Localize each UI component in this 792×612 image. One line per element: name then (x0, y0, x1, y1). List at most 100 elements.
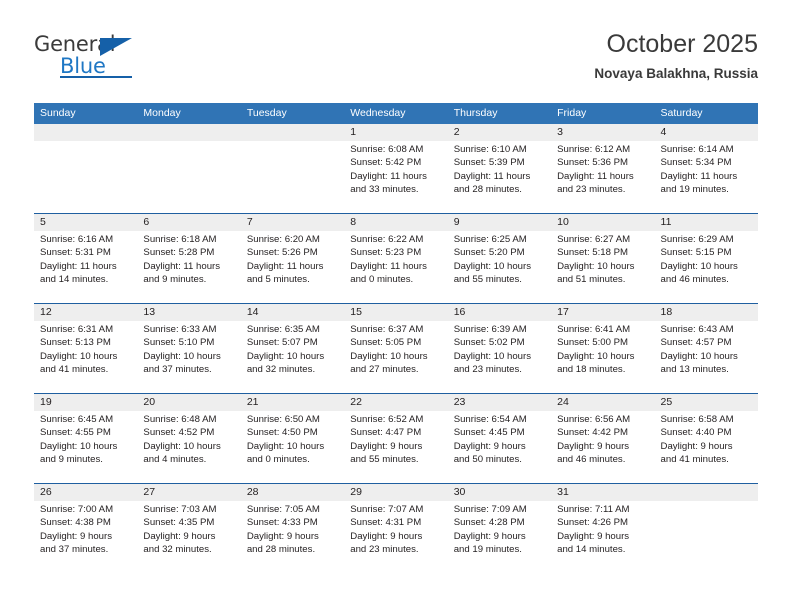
day-cell[interactable]: Sunrise: 6:18 AM Sunset: 5:28 PM Daylight:… (137, 231, 240, 303)
day-cell[interactable] (655, 501, 758, 573)
day-cell[interactable] (241, 141, 344, 213)
day-cell[interactable]: Sunrise: 6:35 AM Sunset: 5:07 PM Daylight:… (241, 321, 344, 393)
day-number[interactable]: 11 (655, 214, 758, 231)
day-cell[interactable]: Sunrise: 6:58 AM Sunset: 4:40 PM Daylight:… (655, 411, 758, 483)
day-cell[interactable] (34, 141, 137, 213)
day-number[interactable]: 24 (551, 394, 654, 411)
day-cell[interactable]: Sunrise: 6:27 AM Sunset: 5:18 PM Daylight:… (551, 231, 654, 303)
day-number[interactable]: 10 (551, 214, 654, 231)
day-number[interactable]: 22 (344, 394, 447, 411)
day-cell[interactable]: Sunrise: 6:14 AM Sunset: 5:34 PM Daylight:… (655, 141, 758, 213)
day-daylight-line1-text: Daylight: 10 hours (660, 260, 738, 272)
day-cell[interactable]: Sunrise: 6:31 AM Sunset: 5:13 PM Daylight:… (34, 321, 137, 393)
day-cell[interactable]: Sunrise: 6:48 AM Sunset: 4:52 PM Daylight:… (137, 411, 240, 483)
day-sunrise-text: Sunrise: 6:10 AM (453, 144, 527, 155)
day-number[interactable]: 21 (241, 394, 344, 411)
day-daylight-line2-text: and 23 minutes. (453, 364, 522, 376)
day-cell[interactable]: Sunrise: 7:05 AM Sunset: 4:33 PM Daylight:… (241, 501, 344, 573)
day-cell[interactable]: Sunrise: 7:09 AM Sunset: 4:28 PM Daylight:… (448, 501, 551, 573)
day-number[interactable]: 30 (448, 484, 551, 501)
day-number[interactable]: 27 (137, 484, 240, 501)
day-number[interactable]: 14 (241, 304, 344, 321)
day-number[interactable]: 12 (34, 304, 137, 321)
day-cell[interactable]: Sunrise: 6:45 AM Sunset: 4:55 PM Daylight:… (34, 411, 137, 483)
day-sunset-text: Sunset: 5:15 PM (660, 247, 732, 259)
day-cell[interactable]: Sunrise: 6:10 AM Sunset: 5:39 PM Daylight:… (448, 141, 551, 213)
day-sunrise-text: Sunrise: 6:27 AM (557, 234, 631, 245)
day-number[interactable]: 19 (34, 394, 137, 411)
day-sunrise-text: Sunrise: 7:00 AM (40, 504, 114, 515)
day-cell[interactable]: Sunrise: 6:16 AM Sunset: 5:31 PM Daylight:… (34, 231, 137, 303)
day-number[interactable]: 18 (655, 304, 758, 321)
day-cell[interactable]: Sunrise: 6:29 AM Sunset: 5:15 PM Daylight:… (655, 231, 758, 303)
day-sunrise-text: Sunrise: 6:12 AM (557, 144, 631, 155)
day-cell[interactable]: Sunrise: 6:12 AM Sunset: 5:36 PM Daylight:… (551, 141, 654, 213)
day-daylight-line2-text: and 46 minutes. (557, 454, 626, 466)
day-number[interactable]: 20 (137, 394, 240, 411)
day-number[interactable]: 7 (241, 214, 344, 231)
day-number[interactable]: 29 (344, 484, 447, 501)
day-number[interactable] (655, 484, 758, 501)
day-sunset-text: Sunset: 5:07 PM (246, 337, 318, 349)
day-sunrise-text: Sunrise: 6:29 AM (660, 234, 734, 245)
day-number[interactable]: 26 (34, 484, 137, 501)
day-cell[interactable]: Sunrise: 7:03 AM Sunset: 4:35 PM Daylight:… (137, 501, 240, 573)
day-daylight-line2-text: and 28 minutes. (453, 184, 522, 196)
day-number[interactable]: 1 (344, 124, 447, 141)
day-number[interactable]: 5 (34, 214, 137, 231)
day-number[interactable]: 4 (655, 124, 758, 141)
day-sunset-text: Sunset: 4:28 PM (453, 517, 525, 529)
day-daylight-line1-text: Daylight: 9 hours (660, 440, 733, 452)
day-cell[interactable]: Sunrise: 6:50 AM Sunset: 4:50 PM Daylight:… (241, 411, 344, 483)
day-number[interactable]: 15 (344, 304, 447, 321)
day-daylight-line2-text: and 32 minutes. (246, 364, 316, 376)
day-number[interactable]: 8 (344, 214, 447, 231)
day-cell[interactable]: Sunrise: 6:43 AM Sunset: 4:57 PM Daylight:… (655, 321, 758, 393)
day-sunset-text: Sunset: 4:33 PM (246, 517, 318, 529)
day-daylight-line2-text: and 13 minutes. (660, 364, 729, 376)
day-cell[interactable]: Sunrise: 6:41 AM Sunset: 5:00 PM Daylight:… (551, 321, 654, 393)
day-cell[interactable]: Sunrise: 6:20 AM Sunset: 5:26 PM Daylight:… (241, 231, 344, 303)
week-date-band: 12 13 14 15 16 17 18 (34, 304, 758, 321)
day-daylight-line2-text: and 28 minutes. (246, 544, 316, 556)
day-cell[interactable]: Sunrise: 6:22 AM Sunset: 5:23 PM Daylight:… (344, 231, 447, 303)
calendar-grid: Sunday Monday Tuesday Wednesday Thursday Frid… (34, 103, 758, 573)
day-number[interactable]: 3 (551, 124, 654, 141)
calendar-week-row: 5 6 7 8 9 10 11 Sunrise: 6:16 AM Sunset: 5:31 PM… (34, 213, 758, 303)
day-cell[interactable]: Sunrise: 6:52 AM Sunset: 4:47 PM Daylight:… (344, 411, 447, 483)
day-number[interactable]: 13 (137, 304, 240, 321)
day-daylight-line2-text: and 0 minutes. (246, 454, 310, 466)
day-number[interactable]: 2 (448, 124, 551, 141)
day-daylight-line2-text: and 46 minutes. (660, 274, 729, 286)
day-number[interactable]: 16 (448, 304, 551, 321)
day-number[interactable] (241, 124, 344, 141)
day-sunrise-text: Sunrise: 7:09 AM (453, 504, 527, 515)
day-number[interactable]: 31 (551, 484, 654, 501)
day-number[interactable] (34, 124, 137, 141)
day-number[interactable] (137, 124, 240, 141)
day-number[interactable]: 6 (137, 214, 240, 231)
day-cell[interactable]: Sunrise: 6:08 AM Sunset: 5:42 PM Daylight:… (344, 141, 447, 213)
day-cell[interactable]: Sunrise: 7:11 AM Sunset: 4:26 PM Daylight:… (551, 501, 654, 573)
day-cell[interactable]: Sunrise: 6:37 AM Sunset: 5:05 PM Daylight:… (344, 321, 447, 393)
day-cell[interactable]: Sunrise: 6:39 AM Sunset: 5:02 PM Daylight:… (448, 321, 551, 393)
day-number[interactable]: 25 (655, 394, 758, 411)
day-number[interactable]: 28 (241, 484, 344, 501)
day-cell[interactable] (137, 141, 240, 213)
day-cell[interactable]: Sunrise: 6:54 AM Sunset: 4:45 PM Daylight:… (448, 411, 551, 483)
day-daylight-line1-text: Daylight: 11 hours (453, 170, 531, 182)
general-blue-logo: General Blue (34, 32, 154, 88)
day-daylight-line1-text: Daylight: 10 hours (246, 440, 325, 452)
day-cell[interactable]: Sunrise: 6:33 AM Sunset: 5:10 PM Daylight:… (137, 321, 240, 393)
day-number[interactable]: 23 (448, 394, 551, 411)
day-cell[interactable]: Sunrise: 6:25 AM Sunset: 5:20 PM Daylight:… (448, 231, 551, 303)
day-sunset-text: Sunset: 4:40 PM (660, 427, 732, 439)
day-cell[interactable]: Sunrise: 6:56 AM Sunset: 4:42 PM Daylight:… (551, 411, 654, 483)
day-cell[interactable]: Sunrise: 7:00 AM Sunset: 4:38 PM Daylight:… (34, 501, 137, 573)
day-daylight-line1-text: Daylight: 10 hours (453, 350, 532, 362)
day-number[interactable]: 17 (551, 304, 654, 321)
week-body: Sunrise: 6:08 AM Sunset: 5:42 PM Daylight:… (34, 141, 758, 213)
day-daylight-line1-text: Daylight: 10 hours (246, 350, 325, 362)
day-cell[interactable]: Sunrise: 7:07 AM Sunset: 4:31 PM Daylight:… (344, 501, 447, 573)
day-number[interactable]: 9 (448, 214, 551, 231)
